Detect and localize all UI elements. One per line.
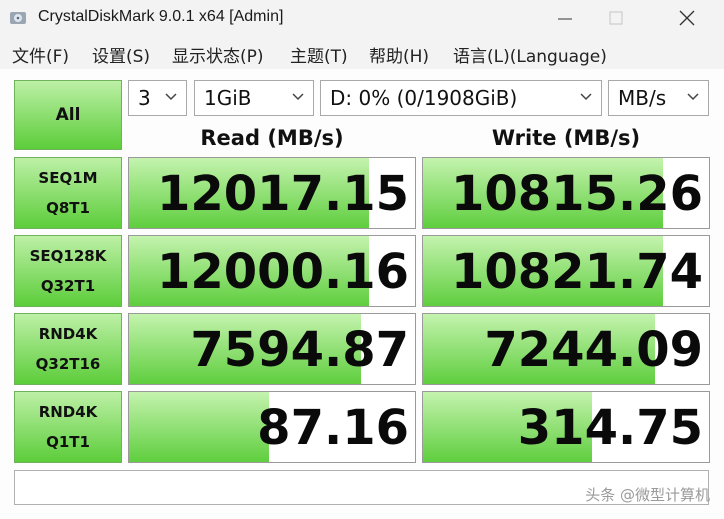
test-count-select[interactable]: 3 (128, 80, 187, 116)
write-result-value: 10815.26 (450, 166, 703, 222)
test-count-value: 3 (138, 86, 151, 110)
seq128k-write-result: 10821.74 (422, 235, 710, 307)
rnd4k-q32t16-test-button[interactable]: RND4K Q32T16 (14, 313, 122, 385)
title-bar: CrystalDiskMark 9.0.1 x64 [Admin] (0, 0, 724, 36)
test-size-value: 1GiB (204, 86, 252, 110)
chevron-down-icon (687, 93, 699, 101)
window-title: CrystalDiskMark 9.0.1 x64 [Admin] (38, 8, 284, 25)
write-result-value: 7244.09 (484, 322, 703, 378)
read-result-value: 87.16 (257, 400, 409, 456)
write-result-value: 10821.74 (450, 244, 703, 300)
menu-language[interactable]: 语言(L)(Language) (453, 42, 607, 67)
app-disk-icon (10, 12, 26, 24)
rnd4k-q1t1-write-result: 314.75 (422, 391, 710, 463)
write-column-header: Write (MB/s) (491, 126, 641, 150)
all-button-label: All (55, 105, 81, 125)
test-label-line1: SEQ1M (38, 169, 98, 187)
all-tests-button[interactable]: All (14, 80, 122, 150)
seq1m-q8t1-test-button[interactable]: SEQ1M Q8T1 (14, 157, 122, 229)
menu-file[interactable]: 文件(F) (12, 42, 69, 67)
test-label-line1: SEQ128K (29, 247, 107, 265)
chevron-down-icon (580, 93, 592, 101)
seq128k-read-result: 12000.16 (128, 235, 416, 307)
read-column-header: Read (MB/s) (200, 126, 344, 150)
menu-theme[interactable]: 主题(T) (290, 42, 348, 67)
read-result-value: 7594.87 (190, 322, 409, 378)
test-label-line2: Q32T16 (35, 355, 101, 373)
test-label-line2: Q8T1 (46, 199, 90, 217)
rnd4k-q1t1-test-button[interactable]: RND4K Q1T1 (14, 391, 122, 463)
rnd4k-q1t1-read-result: 87.16 (128, 391, 416, 463)
write-result-value: 314.75 (517, 400, 703, 456)
unit-select[interactable]: MB/s (608, 80, 709, 116)
test-label-line2: Q1T1 (46, 433, 90, 451)
read-result-bar (129, 392, 270, 462)
test-label-line1: RND4K (38, 325, 98, 343)
close-icon[interactable] (664, 0, 710, 36)
menu-bar: 文件(F) 设置(S) 显示状态(P) 主题(T) 帮助(H) 语言(L)(La… (0, 36, 724, 68)
seq128k-q32t1-test-button[interactable]: SEQ128K Q32T1 (14, 235, 122, 307)
test-label-line1: RND4K (38, 403, 98, 421)
minimize-icon[interactable] (542, 0, 588, 36)
unit-value: MB/s (618, 86, 667, 110)
chevron-down-icon (165, 93, 177, 101)
menu-help[interactable]: 帮助(H) (369, 42, 429, 67)
seq1m-read-result: 12017.15 (128, 157, 416, 229)
menu-profile[interactable]: 显示状态(P) (172, 42, 264, 67)
maximize-icon[interactable] (593, 0, 639, 36)
watermark-text: 头条 @微型计算机 (585, 486, 710, 504)
rnd4k-q32t16-read-result: 7594.87 (128, 313, 416, 385)
test-size-select[interactable]: 1GiB (194, 80, 314, 116)
rnd4k-q32t16-write-result: 7244.09 (422, 313, 710, 385)
drive-value: D: 0% (0/1908GiB) (330, 86, 518, 110)
menu-settings[interactable]: 设置(S) (92, 42, 150, 67)
chevron-down-icon (292, 93, 304, 101)
seq1m-write-result: 10815.26 (422, 157, 710, 229)
read-result-value: 12017.15 (156, 166, 409, 222)
test-label-line2: Q32T1 (40, 277, 96, 295)
read-result-value: 12000.16 (156, 244, 409, 300)
drive-select[interactable]: D: 0% (0/1908GiB) (320, 80, 602, 116)
